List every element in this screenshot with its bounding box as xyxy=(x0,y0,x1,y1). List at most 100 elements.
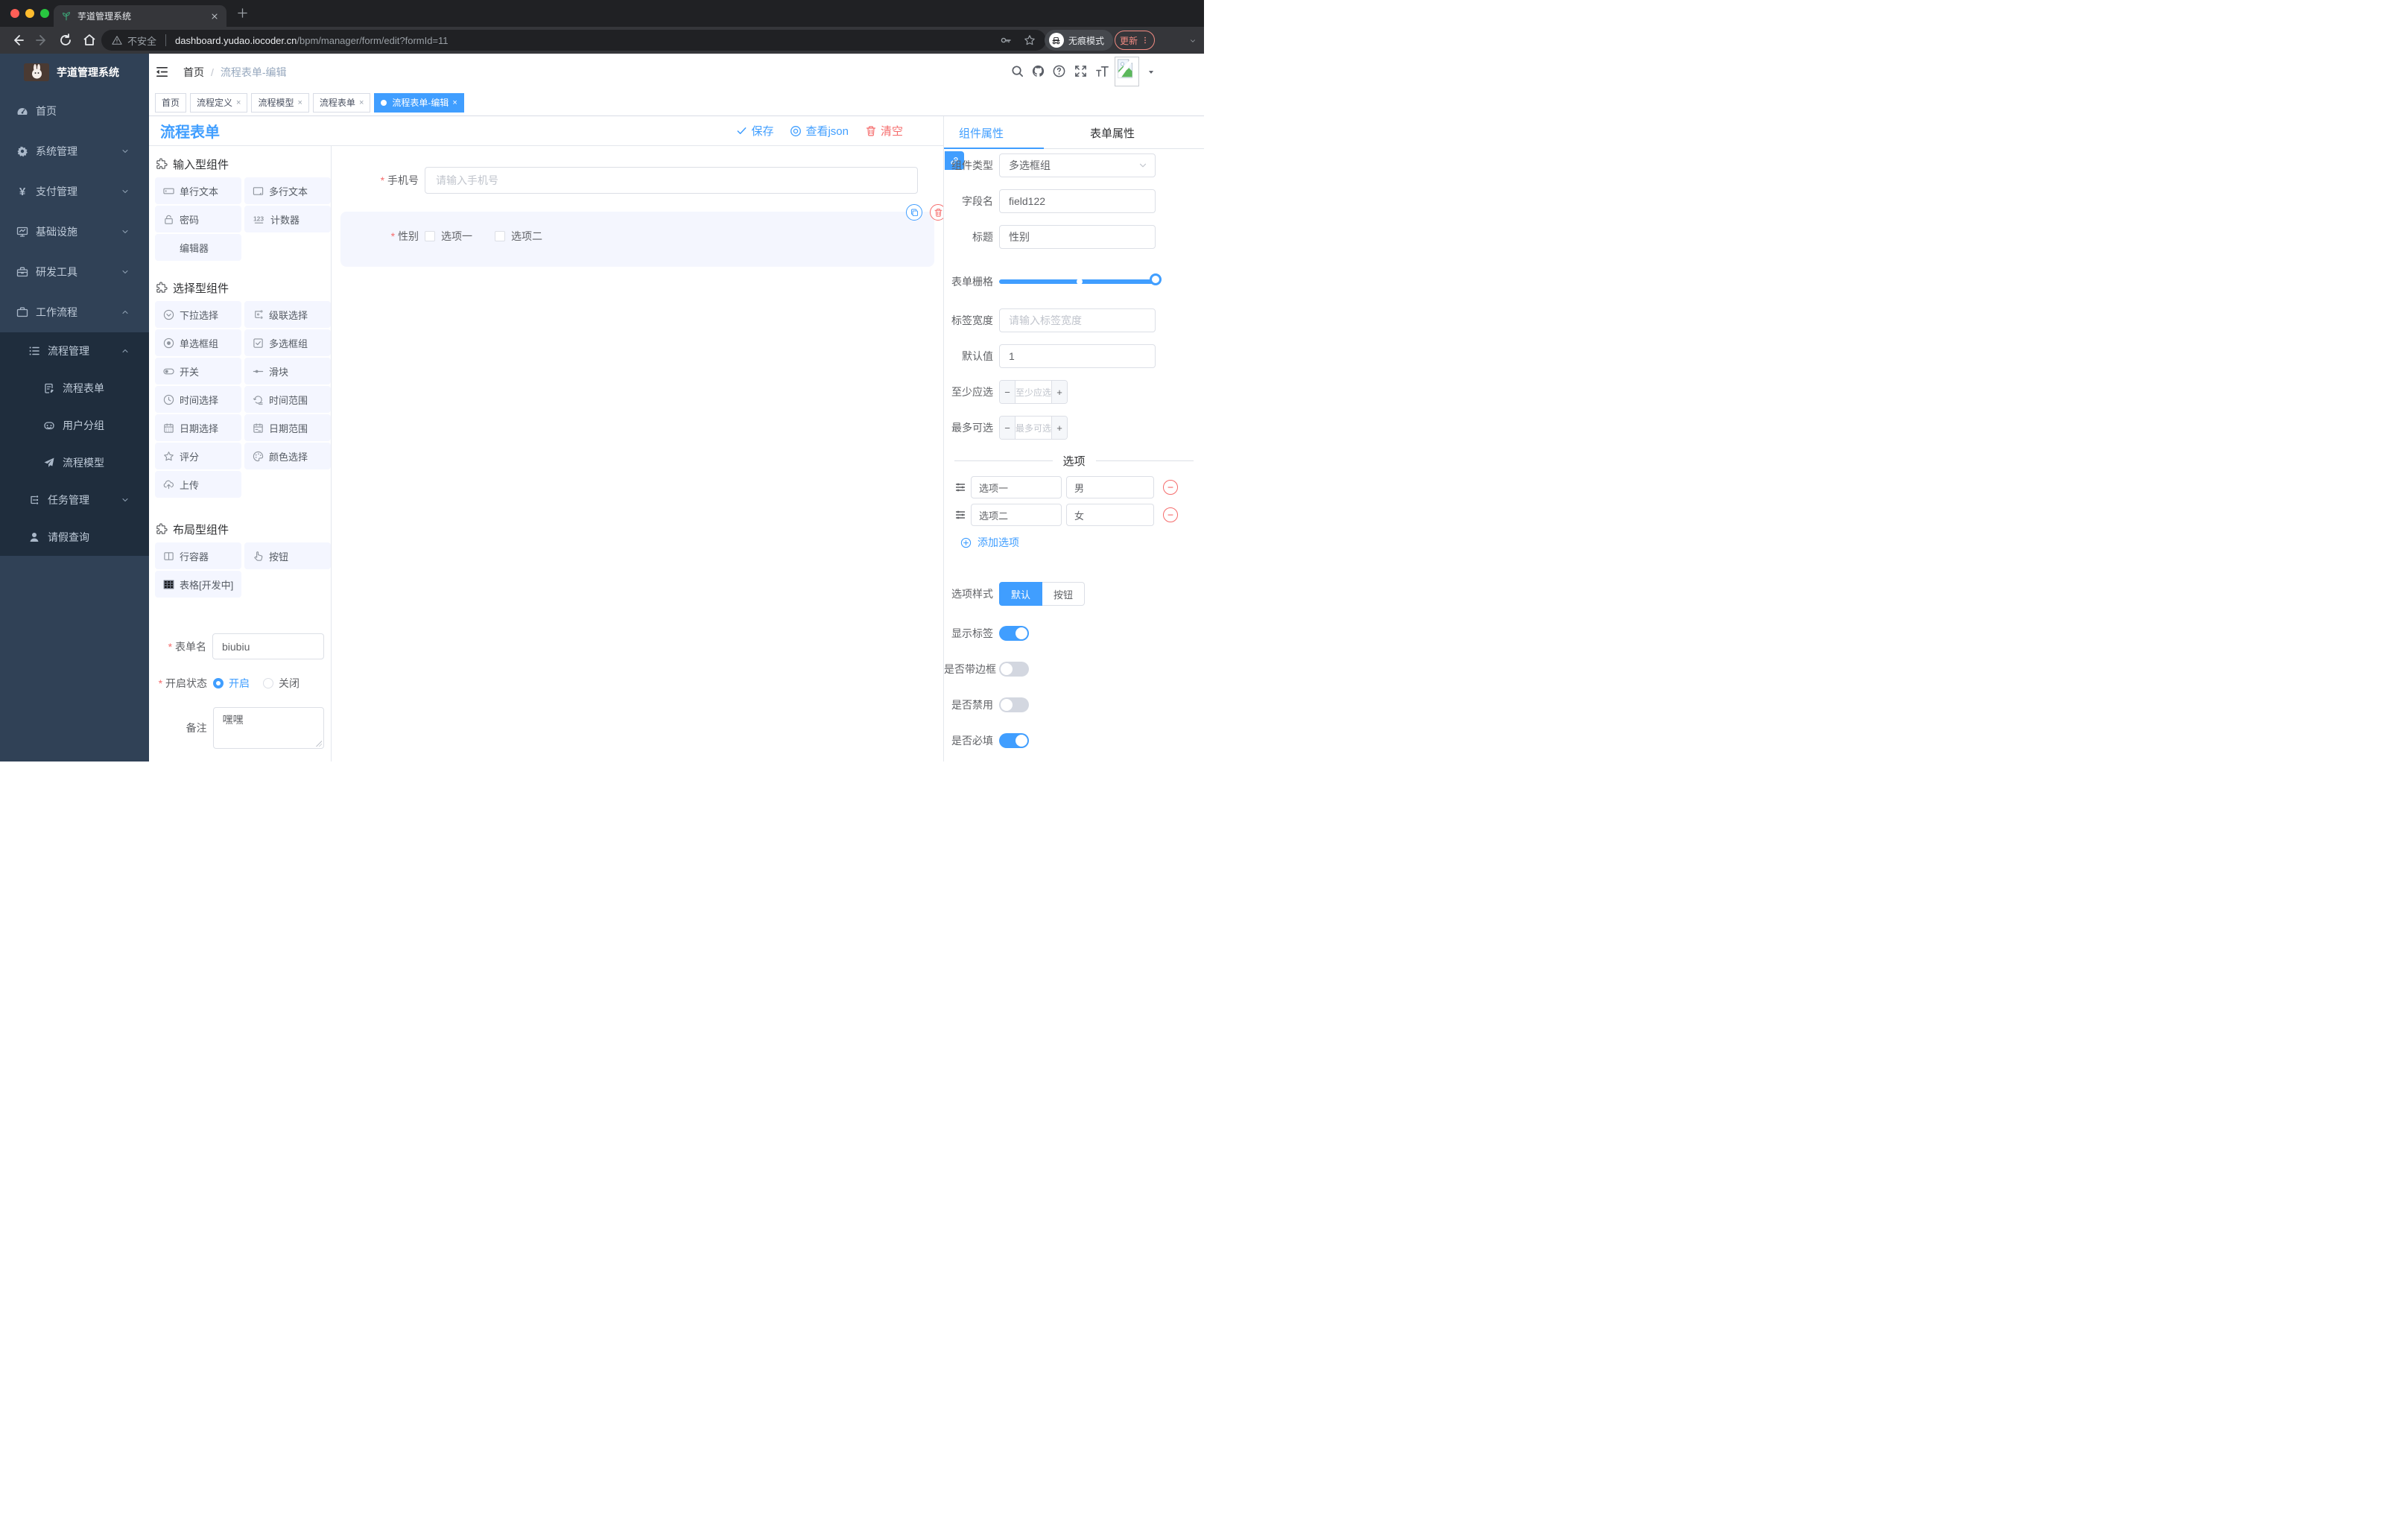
browser-menu-dots-icon[interactable] xyxy=(1141,36,1150,45)
component-copy-button[interactable] xyxy=(906,204,922,221)
tab-component-props[interactable]: 组件属性 xyxy=(959,125,1004,141)
field-name-input[interactable] xyxy=(999,189,1156,213)
back-button[interactable] xyxy=(10,33,25,48)
component-dropdown[interactable]: 下拉选择 xyxy=(155,301,241,328)
sidebar-item-process-model[interactable]: 流程模型 xyxy=(0,444,149,481)
option1-remove-button[interactable] xyxy=(1163,480,1178,495)
sidebar-item-infra[interactable]: 基础设施 xyxy=(0,212,149,252)
password-key-icon[interactable] xyxy=(1000,34,1012,46)
canvas-selected-component[interactable]: 性别 选项一 选项二 xyxy=(340,204,946,267)
border-toggle[interactable] xyxy=(999,662,1029,677)
sidebar-item-process-form[interactable]: 流程表单 xyxy=(0,370,149,407)
grid-slider[interactable] xyxy=(999,273,1162,285)
option2-value-input[interactable] xyxy=(1066,504,1154,526)
component-color-picker[interactable]: 颜色选择 xyxy=(244,443,331,469)
component-row-container[interactable]: 行容器 xyxy=(155,542,241,569)
sidebar-item-leave-query[interactable]: 请假查询 xyxy=(0,519,149,556)
tag-close-icon[interactable]: × xyxy=(236,98,241,107)
sidebar-logo[interactable]: 芋道管理系统 xyxy=(0,54,149,91)
window-zoom-button[interactable] xyxy=(40,9,49,18)
option2-label-input[interactable] xyxy=(971,504,1062,526)
gender-option2-label[interactable]: 选项二 xyxy=(511,229,542,244)
tag-process-form-edit[interactable]: 流程表单-编辑 × xyxy=(374,92,464,113)
title-input[interactable] xyxy=(999,225,1156,249)
component-slider[interactable]: 滑块 xyxy=(244,358,331,384)
stepper-increase-button[interactable]: + xyxy=(1051,381,1067,403)
font-size-icon[interactable] xyxy=(1095,64,1109,78)
sidebar-item-system[interactable]: 系统管理 xyxy=(0,131,149,171)
sidebar-item-workflow[interactable]: 工作流程 xyxy=(0,292,149,332)
component-time-picker[interactable]: 时间选择 xyxy=(155,386,241,413)
component-radio-group[interactable]: 单选框组 xyxy=(155,329,241,356)
component-multi-line-text[interactable]: 多行文本 xyxy=(244,177,331,204)
phone-input[interactable] xyxy=(425,167,918,194)
tag-home[interactable]: 首页 xyxy=(155,92,187,113)
breadcrumb-home[interactable]: 首页 xyxy=(183,65,204,80)
component-rate[interactable]: 评分 xyxy=(155,443,241,469)
component-time-range[interactable]: 时间范围 xyxy=(244,386,331,413)
reload-button[interactable] xyxy=(58,33,73,48)
github-icon[interactable] xyxy=(1031,64,1045,78)
gender-option1-label[interactable]: 选项一 xyxy=(441,229,472,244)
component-switch[interactable]: 开关 xyxy=(155,358,241,384)
gender-option2-checkbox[interactable] xyxy=(495,231,505,241)
component-table[interactable]: 表格[开发中] xyxy=(155,571,241,598)
sidebar-item-home[interactable]: 首页 xyxy=(0,91,149,131)
component-button[interactable]: 按钮 xyxy=(244,542,331,569)
canvas-phone-field[interactable]: 手机号 xyxy=(332,167,943,194)
style-default-button[interactable]: 默认 xyxy=(999,582,1043,606)
new-tab-button[interactable] xyxy=(237,7,248,19)
sidebar-collapse-icon[interactable] xyxy=(155,65,169,79)
tab-close-icon[interactable] xyxy=(210,12,219,21)
component-password[interactable]: 密码 xyxy=(155,206,241,232)
default-value-input[interactable] xyxy=(999,344,1156,368)
tag-process-model[interactable]: 流程模型 × xyxy=(251,92,309,113)
stepper-increase-button[interactable]: + xyxy=(1051,417,1067,439)
show-label-toggle[interactable] xyxy=(999,626,1029,641)
home-button[interactable] xyxy=(82,33,97,48)
sidebar-item-process-management[interactable]: 流程管理 xyxy=(0,332,149,370)
tag-close-icon[interactable]: × xyxy=(359,98,364,107)
option1-label-input[interactable] xyxy=(971,476,1062,498)
min-select-placeholder[interactable]: 至少应选 xyxy=(1015,381,1051,403)
window-minimize-button[interactable] xyxy=(25,9,34,18)
url-field[interactable]: 不安全 dashboard.yudao.iocoder.cn/bpm/manag… xyxy=(101,30,1046,51)
sidebar-item-devtools[interactable]: 研发工具 xyxy=(0,252,149,292)
required-toggle[interactable] xyxy=(999,733,1029,748)
search-icon[interactable] xyxy=(1010,64,1024,78)
form-remark-textarea[interactable]: 嘿嘿 xyxy=(212,707,324,749)
label-width-input[interactable] xyxy=(999,308,1156,332)
component-upload[interactable]: 上传 xyxy=(155,471,241,498)
component-date-range[interactable]: 日期范围 xyxy=(244,414,331,441)
chevron-down-icon[interactable] xyxy=(1189,37,1197,45)
fullscreen-icon[interactable] xyxy=(1074,64,1088,78)
tag-close-icon[interactable]: × xyxy=(297,98,302,107)
drag-handle-icon[interactable] xyxy=(954,509,966,521)
component-cascader[interactable]: 级联选择 xyxy=(244,301,331,328)
sidebar-item-payment[interactable]: ¥ 支付管理 xyxy=(0,171,149,212)
stepper-decrease-button[interactable]: − xyxy=(1000,381,1016,403)
component-type-select[interactable] xyxy=(999,153,1156,177)
drag-handle-icon[interactable] xyxy=(954,481,966,493)
tag-close-icon[interactable]: × xyxy=(452,98,457,107)
avatar[interactable] xyxy=(1115,57,1139,86)
tag-process-form[interactable]: 流程表单 × xyxy=(312,92,371,113)
component-editor[interactable]: 编辑器 xyxy=(155,234,241,261)
option2-remove-button[interactable] xyxy=(1163,507,1178,522)
form-name-input[interactable] xyxy=(212,633,324,659)
status-on-label[interactable]: 开启 xyxy=(229,676,250,691)
style-button-button[interactable]: 按钮 xyxy=(1042,582,1086,606)
sidebar-item-user-group[interactable]: 用户分组 xyxy=(0,407,149,444)
window-close-button[interactable] xyxy=(10,9,19,18)
option1-value-input[interactable] xyxy=(1066,476,1154,498)
sidebar-item-task-management[interactable]: 任务管理 xyxy=(0,481,149,519)
bookmark-star-icon[interactable] xyxy=(1024,34,1036,46)
tag-process-definition[interactable]: 流程定义 × xyxy=(190,92,248,113)
forward-button[interactable] xyxy=(34,33,49,48)
component-counter[interactable]: 计数器 xyxy=(244,206,331,232)
help-icon[interactable] xyxy=(1052,64,1066,78)
status-off-radio[interactable] xyxy=(263,678,273,688)
add-option-button[interactable]: 添加选项 xyxy=(944,535,1204,550)
stepper-decrease-button[interactable]: − xyxy=(1000,417,1016,439)
component-checkbox-group[interactable]: 多选框组 xyxy=(244,329,331,356)
